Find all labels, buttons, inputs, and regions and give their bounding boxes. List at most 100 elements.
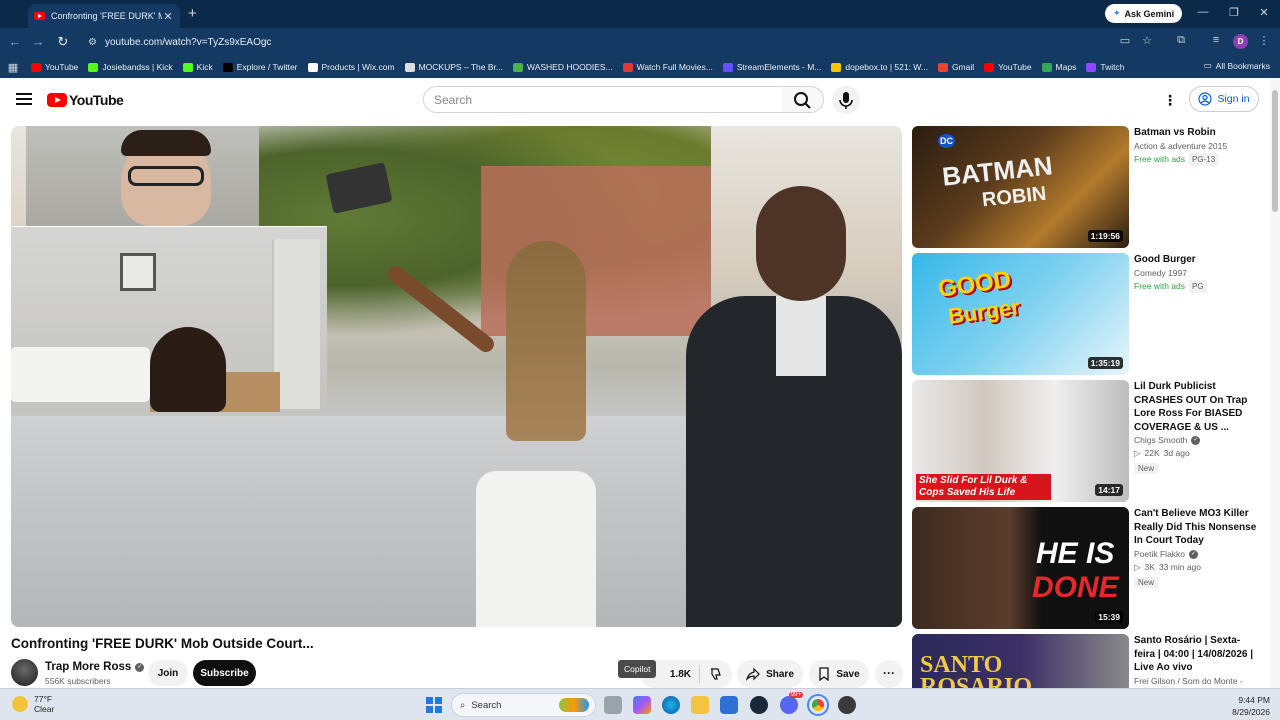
copilot-icon[interactable] bbox=[633, 696, 651, 714]
video-player[interactable] bbox=[11, 126, 902, 627]
subscribe-button[interactable]: Subscribe bbox=[193, 660, 256, 686]
channel-name[interactable]: Trap More Ross ✓ bbox=[45, 661, 145, 673]
back-arrow-icon[interactable]: ← bbox=[7, 34, 23, 49]
forward-arrow-icon[interactable]: → bbox=[30, 34, 46, 49]
restore-icon[interactable]: ❐ bbox=[1224, 6, 1244, 19]
cast-icon[interactable]: ▭ bbox=[1117, 34, 1133, 47]
scrollbar-thumb[interactable] bbox=[1272, 90, 1278, 212]
extensions-icon[interactable]: ⧉ bbox=[1173, 34, 1189, 47]
chrome-menu-icon[interactable]: ⋮ bbox=[1256, 34, 1272, 47]
edge-icon[interactable] bbox=[662, 696, 680, 714]
recommendation-item[interactable]: SANTO ROSARIO Santo Rosário | Sexta-feir… bbox=[912, 634, 1262, 688]
task-view-icon[interactable] bbox=[604, 696, 622, 714]
search-icon bbox=[794, 92, 811, 109]
video-person-woman bbox=[384, 241, 616, 627]
recommendation-thumbnail[interactable]: SANTO ROSARIO bbox=[912, 634, 1129, 688]
recommendation-item[interactable]: She Slid For Lil Durk & Cops Saved His L… bbox=[912, 380, 1262, 502]
sign-in-button[interactable]: Sign in bbox=[1189, 86, 1259, 112]
steam-icon[interactable] bbox=[750, 696, 768, 714]
weather-widget[interactable]: 77°F Clear bbox=[12, 694, 54, 714]
microsoft-store-icon[interactable] bbox=[720, 696, 738, 714]
join-button[interactable]: Join bbox=[148, 660, 188, 686]
bookmark-label: Josiebandss | Kick bbox=[102, 62, 173, 72]
recommendation-thumbnail[interactable]: GOOD Burger 1:35:19 bbox=[912, 253, 1129, 375]
settings-kebab-icon[interactable]: ⋮ bbox=[1163, 92, 1177, 109]
bookmark-item[interactable]: Twitch bbox=[1081, 62, 1129, 72]
windows-start-icon[interactable] bbox=[426, 697, 442, 713]
taskbar-search[interactable]: ⌕ Search bbox=[451, 693, 596, 717]
search-highlight-icon bbox=[559, 698, 589, 712]
share-arrow-icon bbox=[746, 667, 760, 681]
more-actions-button[interactable]: ··· bbox=[875, 660, 903, 688]
bookmark-item[interactable]: Maps bbox=[1037, 62, 1082, 72]
bookmark-item[interactable]: Products | Wix.com bbox=[303, 62, 400, 72]
site-info-icon[interactable]: ⚙ bbox=[88, 37, 97, 48]
recommendation-item[interactable]: HE IS DONE 15:39 Can't Believe MO3 Kille… bbox=[912, 507, 1262, 629]
bookmark-item[interactable]: Kick bbox=[178, 62, 218, 72]
youtube-logo[interactable]: YouTube bbox=[47, 92, 124, 108]
bookmark-favicon-icon bbox=[404, 62, 415, 72]
recommendation-thumbnail[interactable]: HE IS DONE 15:39 bbox=[912, 507, 1129, 629]
rating-badge: PG-13 bbox=[1189, 152, 1219, 166]
ask-gemini-label: Ask Gemini bbox=[1124, 8, 1175, 19]
all-bookmarks-button[interactable]: ▭ All Bookmarks bbox=[1204, 60, 1270, 71]
ask-gemini-button[interactable]: ✦ Ask Gemini bbox=[1105, 4, 1183, 23]
reading-list-icon[interactable]: ≡ bbox=[1208, 34, 1224, 46]
bookmark-item[interactable]: dopebox.to | 521: W... bbox=[826, 62, 933, 72]
save-button[interactable]: Save bbox=[809, 660, 869, 688]
search-input[interactable]: Search bbox=[423, 86, 783, 113]
view-count: 3K bbox=[1144, 561, 1155, 572]
recommendation-item[interactable]: BATMAN ROBIN DC 1:19:56 Batman vs Robin … bbox=[912, 126, 1262, 248]
window-close-icon[interactable]: ✕ bbox=[1254, 6, 1274, 19]
browser-tab-active[interactable]: Confronting 'FREE DURK' Mob Outside Cour… bbox=[28, 4, 180, 28]
address-bar[interactable]: ⚙ youtube.com/watch?v=TyZs9xEAOgc bbox=[80, 32, 1140, 52]
bookmark-item[interactable]: StreamElements - M... bbox=[718, 62, 827, 72]
channel-name-text[interactable]: Frei Gilson / Som do Monte - OFI... bbox=[1134, 675, 1260, 689]
system-clock[interactable]: 9:44 PM 8/29/2026 bbox=[1232, 694, 1270, 718]
bookmark-star-icon[interactable]: ☆ bbox=[1139, 34, 1155, 47]
bookmark-item[interactable]: Gmail bbox=[933, 62, 979, 72]
share-button[interactable]: Share bbox=[737, 660, 803, 688]
upload-age: 33 min ago bbox=[1158, 561, 1202, 572]
file-explorer-icon[interactable] bbox=[691, 696, 709, 714]
tab-close-icon[interactable]: ✕ bbox=[162, 10, 174, 23]
recommendation-title[interactable]: Batman vs Robin bbox=[1134, 126, 1260, 140]
app-icon[interactable] bbox=[838, 696, 856, 714]
channel-name-text[interactable]: Poetik Flakko bbox=[1134, 548, 1185, 561]
apps-grid-icon[interactable]: ▦ bbox=[0, 61, 26, 74]
recommendation-thumbnail[interactable]: BATMAN ROBIN DC 1:19:56 bbox=[912, 126, 1129, 248]
recommendation-thumbnail[interactable]: She Slid For Lil Durk & Cops Saved His L… bbox=[912, 380, 1129, 502]
recommendation-title[interactable]: Can't Believe MO3 Killer Really Did This… bbox=[1134, 507, 1260, 548]
profile-avatar[interactable]: D bbox=[1233, 34, 1248, 49]
bookmark-item[interactable]: Josiebandss | Kick bbox=[83, 62, 177, 72]
bookmark-item[interactable]: YouTube bbox=[26, 62, 83, 72]
new-tab-icon[interactable]: + bbox=[188, 5, 197, 22]
dislike-button[interactable] bbox=[700, 667, 732, 681]
search-button[interactable] bbox=[782, 86, 824, 113]
upload-age: 3d ago bbox=[1163, 448, 1190, 458]
bookmark-item[interactable]: Explore / Twitter bbox=[218, 62, 303, 72]
chrome-icon[interactable] bbox=[809, 696, 827, 714]
bookmark-icon bbox=[819, 667, 829, 681]
hamburger-menu-icon[interactable] bbox=[16, 93, 32, 105]
channel-avatar[interactable] bbox=[11, 659, 38, 686]
bookmark-label: dopebox.to | 521: W... bbox=[845, 62, 928, 72]
bookmark-item[interactable]: WASHED HOODIES... bbox=[508, 62, 618, 72]
page-scrollbar[interactable] bbox=[1270, 78, 1280, 688]
bookmark-item[interactable]: MOCKUPS – The Br... bbox=[400, 62, 508, 72]
minimize-icon[interactable]: — bbox=[1193, 6, 1213, 18]
recommendation-title[interactable]: Good Burger bbox=[1134, 253, 1260, 267]
discord-icon[interactable]: 99+ bbox=[780, 692, 803, 714]
reload-icon[interactable]: ↻ bbox=[55, 34, 71, 50]
recommendation-item[interactable]: GOOD Burger 1:35:19 Good Burger Comedy 1… bbox=[912, 253, 1262, 375]
bookmarks-bar: ▦ YouTube Josiebandss | Kick Kick Explore /… bbox=[0, 56, 1280, 78]
youtube-logo-text: YouTube bbox=[69, 92, 124, 108]
bookmark-favicon-icon bbox=[512, 62, 523, 72]
bookmark-item[interactable]: YouTube bbox=[979, 62, 1036, 72]
recommendation-title[interactable]: Santo Rosário | Sexta-feira | 04:00 | 14… bbox=[1134, 634, 1260, 675]
bookmark-item[interactable]: Watch Full Movies... bbox=[618, 62, 718, 72]
bookmark-label: StreamElements - M... bbox=[736, 62, 822, 72]
voice-search-button[interactable] bbox=[832, 86, 860, 114]
recommendation-title[interactable]: Lil Durk Publicist CRASHES OUT On Trap L… bbox=[1134, 380, 1260, 434]
channel-name-text[interactable]: Chigs Smooth bbox=[1134, 434, 1187, 447]
